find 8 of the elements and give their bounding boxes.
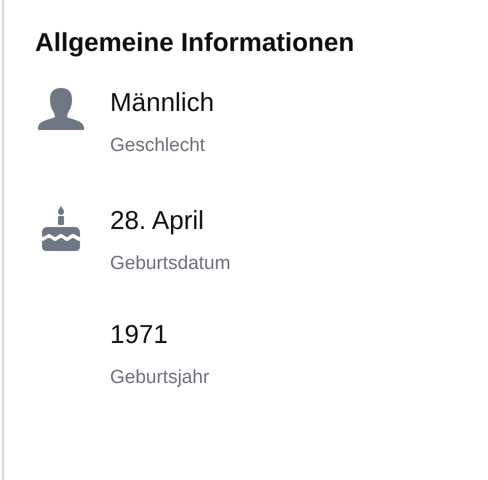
fact-label: Geschlecht: [110, 134, 206, 158]
section-title: Allgemeine Informationen: [35, 26, 356, 59]
fact-value: Männlich: [110, 86, 214, 118]
fact-value: 28. April: [110, 204, 205, 236]
fact-label: Geburtsdatum: [110, 252, 230, 276]
person-icon: [38, 88, 84, 130]
fact-label: Geburtsjahr: [110, 366, 210, 390]
fact-value: 1971: [110, 318, 169, 350]
